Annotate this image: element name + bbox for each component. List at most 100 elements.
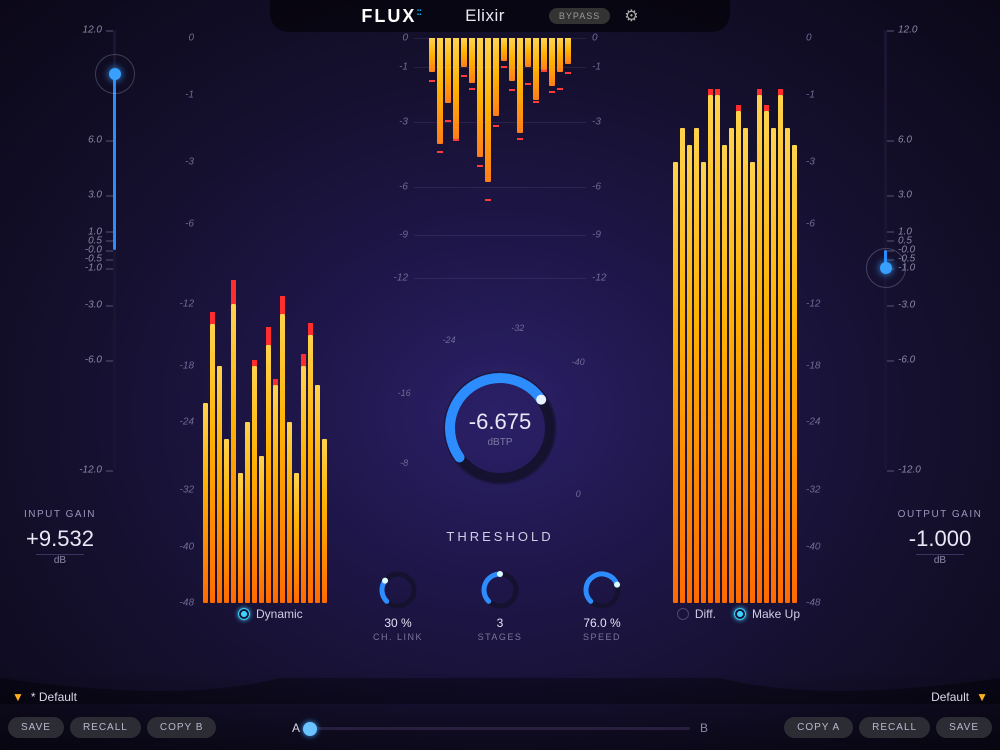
meter-bar: [792, 145, 797, 603]
meter-bar: [322, 439, 327, 603]
gr-bar: [525, 38, 531, 67]
meter-bar: [673, 162, 678, 603]
input-gain-thumb[interactable]: [95, 54, 135, 94]
meter-bar: [301, 366, 306, 603]
bypass-button[interactable]: BYPASS: [549, 8, 610, 24]
gr-bar: [477, 38, 483, 157]
save-button[interactable]: SAVE: [936, 717, 992, 738]
meter-bar: [757, 95, 762, 604]
gain-tick: -1.0: [72, 263, 102, 274]
gr-bar: [453, 38, 459, 139]
gain-tick: -6.0: [898, 355, 928, 366]
knobs-row: 30 % CH. LINK 3 STAGES 76.0 % SPEED: [365, 570, 635, 642]
meter-bar: [694, 128, 699, 603]
input-gain-value[interactable]: +9.532: [0, 526, 120, 552]
gain-tick: -3.0: [898, 300, 928, 311]
gain-tick: 12.0: [72, 25, 102, 36]
gain-reduction-meter: 0-1-3-6-9-12 0-1-3-6-9-12: [390, 38, 610, 278]
preset-a-arrow-icon[interactable]: ▼: [12, 690, 24, 704]
ch-link-label: CH. LINK: [365, 632, 431, 642]
makeup-label: Make Up: [752, 607, 800, 621]
diff-toggle[interactable]: [677, 608, 689, 620]
meter-bar: [785, 128, 790, 603]
meter-bar: [771, 128, 776, 603]
threshold-section: -8-16-24-32-400 -6.675 dBTP THRESHOLD: [390, 318, 610, 544]
input-gain-label: INPUT GAIN: [0, 509, 120, 520]
threshold-unit: dBTP: [487, 437, 512, 448]
brand-logo: FLUX::: [361, 6, 421, 27]
meter-bar: [294, 473, 299, 603]
meter-bar: [764, 111, 769, 603]
input-gain-column: 12.06.03.01.00.5-0.0-0.5-1.0-3.0-6.0-12.…: [0, 24, 120, 584]
ab-morph-slider[interactable]: A B: [310, 727, 690, 730]
gr-bar: [437, 38, 443, 144]
footer: ▼ * Default Default ▼ SAVE RECALL COPY B C…: [0, 670, 1000, 750]
gain-tick: -6.0: [72, 355, 102, 366]
input-gain-unit: dB: [36, 554, 84, 566]
input-gain-slider[interactable]: [113, 30, 116, 470]
meter-bar: [701, 162, 706, 603]
meter-bar: [266, 345, 271, 603]
input-gain-scale: 12.06.03.01.00.5-0.0-0.5-1.0-3.0-6.0-12.…: [72, 30, 102, 470]
meter-bar: [308, 335, 313, 603]
gr-bar: [461, 38, 467, 67]
ch-link-knob[interactable]: 30 % CH. LINK: [365, 570, 431, 642]
meter-bar: [778, 95, 783, 604]
gain-tick: 3.0: [898, 190, 928, 201]
gr-bar: [445, 38, 451, 103]
gain-tick: 6.0: [72, 135, 102, 146]
meter-bar: [287, 422, 292, 603]
speed-knob[interactable]: 76.0 % SPEED: [569, 570, 635, 642]
gain-tick: 12.0: [898, 25, 928, 36]
product-title: Elixir: [465, 6, 505, 26]
meter-bar: [280, 314, 285, 603]
speed-value: 76.0 %: [569, 616, 635, 630]
gain-tick: 3.0: [72, 190, 102, 201]
threshold-knob[interactable]: -6.675 dBTP: [425, 353, 575, 503]
meter-bar: [231, 304, 236, 603]
output-meter: 0-1-3-6-12-18-24-32-40-48: [670, 38, 800, 603]
threshold-value[interactable]: -6.675: [469, 409, 531, 435]
output-gain-slider[interactable]: [884, 30, 887, 470]
gr-bar: [501, 38, 507, 61]
meter-bar: [259, 456, 264, 603]
meter-bar: [245, 422, 250, 603]
gear-icon[interactable]: ⚙: [624, 6, 638, 26]
meter-bar: [252, 366, 257, 603]
meter-bar: [708, 95, 713, 604]
ch-link-value: 30 %: [365, 616, 431, 630]
gain-tick: -12.0: [898, 465, 928, 476]
preset-b-arrow-icon[interactable]: ▼: [976, 690, 988, 704]
dynamic-toggle[interactable]: [238, 608, 250, 620]
gr-bar: [557, 38, 563, 72]
gr-bar: [533, 38, 539, 100]
meter-bar: [722, 145, 727, 603]
gain-tick: -3.0: [72, 300, 102, 311]
speed-label: SPEED: [569, 632, 635, 642]
recall-button[interactable]: RECALL: [859, 717, 930, 738]
stages-knob[interactable]: 3 STAGES: [467, 570, 533, 642]
recall-button[interactable]: RECALL: [70, 717, 141, 738]
output-gain-value[interactable]: -1.000: [880, 526, 1000, 552]
gr-bar: [565, 38, 571, 64]
preset-b-name[interactable]: Default: [931, 690, 969, 704]
meter-bar: [273, 385, 278, 603]
meter-bar: [203, 403, 208, 603]
copy-a-button[interactable]: COPY A: [784, 717, 853, 738]
meter-bar: [736, 111, 741, 603]
dynamic-label: Dynamic: [256, 607, 303, 621]
diff-label: Diff.: [695, 607, 716, 621]
gr-bar: [509, 38, 515, 81]
meter-bar: [238, 473, 243, 603]
makeup-toggle[interactable]: [734, 608, 746, 620]
save-button[interactable]: SAVE: [8, 717, 64, 738]
ab-thumb[interactable]: [303, 722, 317, 736]
input-meter: 0-1-3-6-12-18-24-32-40-48: [200, 38, 330, 603]
output-gain-column: 12.06.03.01.00.5-0.0-0.5-1.0-3.0-6.0-12.…: [880, 24, 1000, 584]
output-gain-scale: 12.06.03.01.00.5-0.0-0.5-1.0-3.0-6.0-12.…: [898, 30, 928, 470]
output-gain-thumb[interactable]: [866, 248, 906, 288]
meter-bar: [680, 128, 685, 603]
copy-b-button[interactable]: COPY B: [147, 717, 217, 738]
gain-tick: 6.0: [898, 135, 928, 146]
preset-a-name[interactable]: * Default: [31, 690, 77, 704]
